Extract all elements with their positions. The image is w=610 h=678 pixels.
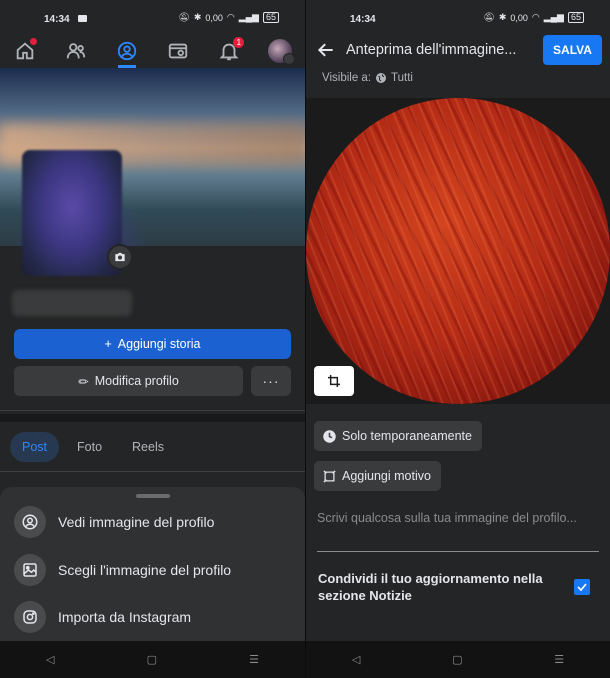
- picture-preview-screen: 14:34 🔕︎ ✱ 0,00 ◠ ▂▄▆ 65 Anteprima dell'…: [306, 0, 610, 678]
- clock-icon: [323, 429, 336, 443]
- view-profile-picture-label: Vedi immagine del profilo: [58, 514, 215, 530]
- add-story-label: Aggiungi storia: [117, 337, 201, 351]
- image-icon: [14, 554, 46, 586]
- status-icons: 🔕︎ ✱ 0,00 ◠ ▂▄▆ 65: [483, 12, 584, 23]
- nav-profile[interactable]: [102, 34, 153, 68]
- import-instagram-item[interactable]: Importa da Instagram: [14, 600, 191, 634]
- status-time: 14:34: [350, 14, 376, 25]
- choose-profile-picture-label: Scegli l'immagine del profilo: [58, 562, 232, 578]
- nav-notifications[interactable]: 1: [203, 34, 254, 68]
- tab-post[interactable]: Post: [10, 432, 60, 462]
- system-navigation: ◁ ▢ ☰: [0, 641, 305, 678]
- friends-icon: [67, 43, 86, 59]
- add-frame-button[interactable]: Aggiungi motivo: [314, 461, 441, 491]
- crop-icon: [328, 375, 340, 387]
- system-navigation: ◁ ▢ ☰: [306, 641, 610, 678]
- notifications-badge: 1: [233, 37, 245, 48]
- mute-icon: 🔕︎: [178, 12, 190, 22]
- status-bar: 14:34 🔕︎ ✱ 0,00 ◠ ▂▄▆ 65: [306, 0, 610, 34]
- user-circle-icon: [14, 506, 46, 538]
- temporary-label: Solo temporaneamente: [342, 429, 472, 443]
- system-home-button[interactable]: ▢: [147, 653, 157, 666]
- status-icons: 🔕︎ ✱ 0,00 ◠ ▂▄▆ 65: [178, 12, 279, 23]
- visibility-prefix: Visibile a:: [322, 72, 372, 84]
- battery-indicator: 65: [567, 12, 584, 23]
- instagram-icon: [14, 601, 46, 633]
- wifi-icon: ◠: [226, 12, 235, 22]
- nav-friends[interactable]: [51, 34, 102, 68]
- arrow-left-icon: [317, 43, 333, 57]
- tab-foto[interactable]: Foto: [65, 432, 114, 462]
- temporary-button[interactable]: Solo temporaneamente: [314, 421, 482, 451]
- system-menu-button[interactable]: ☰: [554, 653, 564, 666]
- bluetooth-icon: ✱: [498, 12, 507, 22]
- battery-indicator: 65: [262, 12, 279, 23]
- frame-icon: [323, 469, 336, 483]
- home-notification-dot: [30, 38, 37, 45]
- menu-avatar: [267, 39, 295, 65]
- top-nav: 1: [0, 34, 305, 68]
- choose-profile-picture-item[interactable]: Scegli l'immagine del profilo: [14, 553, 231, 587]
- profile-name: [12, 290, 132, 316]
- network-speed: 0,00: [510, 12, 528, 23]
- signal-icon: ▂▄▆: [543, 12, 564, 22]
- back-button[interactable]: [314, 38, 338, 62]
- profile-tabs: Post Foto Reels: [10, 432, 176, 462]
- nav-home[interactable]: [0, 34, 51, 68]
- save-button[interactable]: SALVA: [543, 35, 602, 65]
- profile-screen: 14:34 🔕︎ ✱ 0,00 ◠ ▂▄▆ 65 1 + Aggiungi st…: [0, 0, 305, 678]
- nav-menu[interactable]: [254, 34, 305, 68]
- caption-input[interactable]: Scrivi qualcosa sulla tua immagine del p…: [317, 510, 599, 552]
- globe-icon: [376, 73, 387, 83]
- sheet-handle[interactable]: [136, 494, 170, 498]
- feeds-icon: [168, 43, 188, 59]
- profile-icon: [117, 41, 137, 61]
- more-options-button[interactable]: ···: [251, 366, 291, 396]
- camera-icon[interactable]: [107, 244, 133, 270]
- crop-button[interactable]: [314, 366, 354, 396]
- bluetooth-icon: ✱: [193, 12, 202, 22]
- view-profile-picture-item[interactable]: Vedi immagine del profilo: [14, 505, 214, 539]
- visibility-value: Tutti: [391, 72, 413, 84]
- visibility-selector[interactable]: Visibile a: Tutti: [322, 72, 413, 84]
- system-menu-button[interactable]: ☰: [249, 653, 259, 666]
- add-story-button[interactable]: + Aggiungi storia: [14, 329, 291, 359]
- share-to-feed-checkbox[interactable]: [574, 579, 590, 595]
- status-bar: 14:34 🔕︎ ✱ 0,00 ◠ ▂▄▆ 65: [0, 0, 305, 34]
- wifi-icon: ◠: [531, 12, 540, 22]
- profile-picture-preview[interactable]: [306, 98, 610, 404]
- nav-feeds[interactable]: [152, 34, 203, 68]
- checkmark-icon: [577, 583, 587, 592]
- signal-icon: ▂▄▆: [238, 12, 259, 22]
- share-to-feed-label: Condividi il tuo aggiornamento nella sez…: [318, 571, 543, 603]
- page-title: Anteprima dell'immagine...: [346, 42, 517, 58]
- system-home-button[interactable]: ▢: [452, 653, 462, 666]
- mute-icon: 🔕︎: [483, 12, 495, 22]
- pencil-icon: ✏︎: [78, 374, 89, 389]
- edit-profile-label: Modifica profilo: [94, 374, 179, 388]
- status-time: 14:34: [44, 14, 70, 25]
- message-icon: [78, 15, 87, 22]
- system-back-button[interactable]: ◁: [46, 653, 54, 666]
- system-back-button[interactable]: ◁: [352, 653, 360, 666]
- picture-preview: [306, 98, 610, 404]
- edit-profile-button[interactable]: ✏︎ Modifica profilo: [14, 366, 243, 396]
- preview-header: Anteprima dell'immagine... SALVA: [306, 34, 610, 66]
- network-speed: 0,00: [205, 12, 223, 23]
- plus-icon: +: [104, 337, 112, 351]
- add-frame-label: Aggiungi motivo: [342, 469, 431, 483]
- tab-reels[interactable]: Reels: [120, 432, 176, 462]
- import-instagram-label: Importa da Instagram: [58, 609, 192, 625]
